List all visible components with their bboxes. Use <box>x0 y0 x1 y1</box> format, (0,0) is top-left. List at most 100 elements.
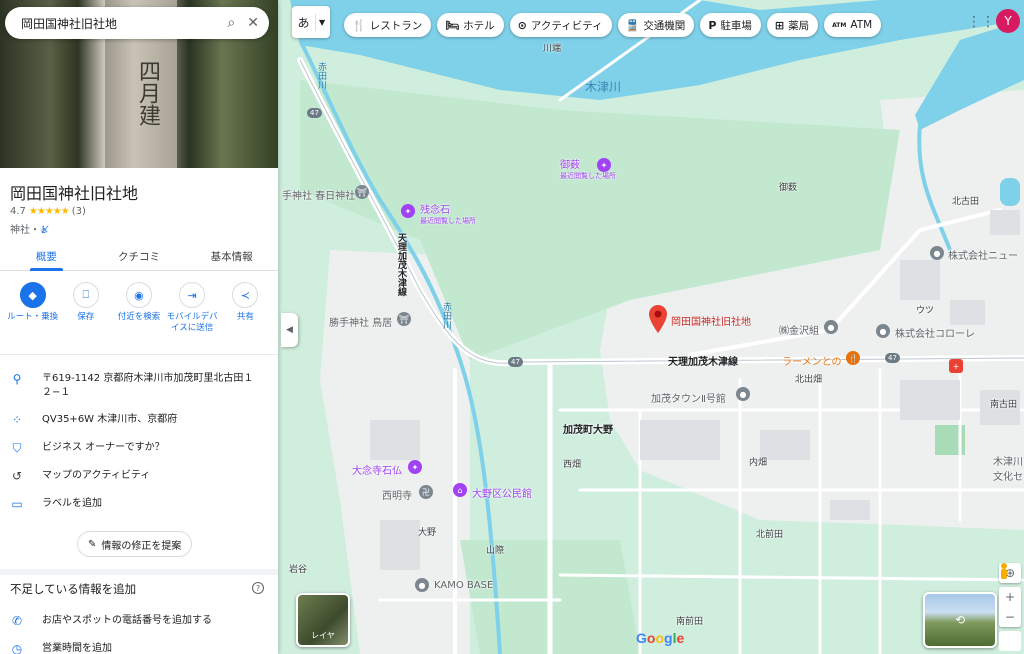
place-title: 岡田国神社旧社地 <box>10 184 139 203</box>
collapse-panel-button[interactable]: ◀ <box>281 313 298 347</box>
temple-icon[interactable]: 卍 <box>419 485 433 499</box>
poi-label-katte-torii[interactable]: 勝手神社 鳥居 <box>329 314 392 329</box>
close-icon[interactable]: ✕ <box>247 15 259 31</box>
chip-label: ホテル <box>463 19 495 32</box>
poi-label-ramen[interactable]: ラーメンとの <box>782 353 842 368</box>
place-tabs: 概要 クチコミ 基本情報 <box>0 240 278 271</box>
business-icon[interactable]: ● <box>876 324 890 338</box>
tab-1[interactable]: クチコミ <box>93 240 186 270</box>
activity-row[interactable]: ↺ マップのアクティビティ <box>10 469 150 483</box>
chip-label: レストラン <box>369 19 423 32</box>
add-phone-row[interactable]: ✆ お店やスポットの電話番号を追加する <box>10 614 212 628</box>
rating-row[interactable]: 4.7 ★★★★★ (3) <box>10 206 86 217</box>
poi-label-kasuga-jinja[interactable]: 手神社 春日神社 <box>282 187 355 202</box>
tab-0[interactable]: 概要 <box>0 240 93 271</box>
landmark-icon[interactable]: ✦ <box>408 460 422 474</box>
search-icon[interactable]: ⌕ <box>227 15 235 31</box>
poi-label-saimyoji[interactable]: 西明寺 <box>382 487 412 502</box>
medical-icon[interactable]: + <box>949 359 963 373</box>
river-label-akatagawa-2: 赤田川 <box>441 302 451 329</box>
landmark-icon[interactable]: ✦ <box>401 204 415 218</box>
tab-2[interactable]: 基本情報 <box>185 240 278 270</box>
action-share-button[interactable]: ≺ 共有 <box>219 282 271 334</box>
poi-label-zannenishi[interactable]: 残念石 最近閲覧した場所 <box>420 201 476 226</box>
chip-parking[interactable]: P 駐車場 <box>700 13 761 37</box>
add-label-row[interactable]: ▭ ラベルを追加 <box>10 497 102 511</box>
chip-pharmacy[interactable]: ⊞ 薬局 <box>766 13 819 37</box>
chip-hotel[interactable]: 🛏 ホテル <box>437 13 504 37</box>
selected-location-pin-icon[interactable] <box>649 305 667 333</box>
search-box[interactable]: 岡田国神社旧社地 ⌕ ✕ <box>5 7 269 39</box>
poi-label-kyoei[interactable]: 株式会社ニュー <box>948 247 1018 262</box>
poi-label-ono-kominkan[interactable]: 大野区公民館 <box>472 485 532 500</box>
area-label-nishihata: 西畑 <box>563 460 582 470</box>
landmark-icon[interactable]: ✦ <box>597 158 611 172</box>
rating-stars: ★★★★★ <box>28 206 70 217</box>
bookmark-icon: ⎕ <box>72 282 99 308</box>
shrine-icon[interactable]: ⛩ <box>355 185 369 199</box>
layers-button[interactable]: レイヤ <box>296 593 350 647</box>
help-icon[interactable]: ? <box>252 582 264 594</box>
action-nearby-button[interactable]: ◉ 付近を検索 <box>113 282 165 334</box>
chip-label: 駐車場 <box>720 19 752 32</box>
address-row[interactable]: ⚲ 〒619-1142 京都府木津川市加茂町里北古田１２−１ <box>10 372 260 400</box>
owner-row[interactable]: ⛉ ビジネス オーナーですか？ <box>10 441 164 455</box>
nearby-icon: ◉ <box>125 282 152 308</box>
review-count[interactable]: (3) <box>72 206 86 217</box>
community-center-icon[interactable]: ⌂ <box>453 483 467 497</box>
pegman-icon[interactable] <box>999 563 1021 651</box>
chip-label: ATM <box>850 19 873 31</box>
zoom-in-button[interactable]: + <box>999 587 1021 607</box>
poi-label-kamobase[interactable]: KAMO BASE <box>434 580 493 591</box>
chip-label: 薬局 <box>788 19 810 32</box>
zoom-out-button[interactable]: − <box>999 607 1021 627</box>
search-input[interactable]: 岡田国神社旧社地 <box>21 15 215 32</box>
selected-place-label[interactable]: 岡田国神社旧社地 <box>671 313 751 328</box>
business-icon[interactable]: ● <box>415 578 429 592</box>
restaurant-icon[interactable]: 🍴 <box>846 351 860 365</box>
route-shield-47-b: 47 <box>508 357 523 367</box>
poi-label-korore[interactable]: 株式会社コローレ <box>895 325 975 340</box>
action-directions-button[interactable]: ◆ ルート・乗換 <box>7 282 59 334</box>
chip-label: 交通機関 <box>643 19 686 32</box>
chip-camera[interactable]: ⊙ アクティビティ <box>509 13 612 37</box>
poi-label-kanezawa[interactable]: ㈱金沢組 <box>779 322 819 337</box>
business-icon[interactable]: ● <box>824 320 838 334</box>
area-label-kitade: 北出畑 <box>795 375 823 385</box>
area-label-kawabata: 川端 <box>543 44 562 54</box>
area-label-uchihata: 内畑 <box>749 458 768 468</box>
caret-down-icon[interactable]: ▼ <box>316 18 325 27</box>
action-bookmark-button[interactable]: ⎕ 保存 <box>60 282 112 334</box>
street-view-thumbnail[interactable]: ⟲ <box>923 592 997 648</box>
river-label-kizugawa: 木津川 <box>585 80 622 94</box>
input-tools-button[interactable]: あ ▼ <box>292 6 330 38</box>
account-avatar[interactable]: Y <box>996 9 1020 33</box>
poi-label-kamo-town[interactable]: 加茂タウンⅡ号館 <box>651 390 726 405</box>
area-label-kitakoda: 北古田 <box>952 197 980 207</box>
poi-label-dainenji[interactable]: 大念寺石仏 <box>352 462 402 477</box>
pencil-icon: ✎ <box>88 538 97 550</box>
phone-icon: ✆ <box>11 614 23 628</box>
place-category: 神社・♿̸ <box>10 225 49 236</box>
wheelchair-off-icon: ♿̸ <box>40 225 49 236</box>
zoom-control: + − <box>999 587 1021 627</box>
route-shield-47-c: 47 <box>885 353 900 363</box>
chip-train[interactable]: 🚆 交通機関 <box>617 13 695 37</box>
action-send-to-phone-button[interactable]: ⇥ モバイルデバイスに送信 <box>166 282 218 334</box>
poi-label-kizugawa-bunka[interactable]: 木津川 文化セ <box>993 453 1023 483</box>
parking-icon: P <box>708 18 717 32</box>
shrine-icon[interactable]: ⛩ <box>397 312 411 326</box>
road-label-tenri-vertical: 天理加茂木津線 <box>396 233 406 296</box>
activity-text: マップのアクティビティ <box>42 470 151 481</box>
suggest-edit-button[interactable]: ✎ 情報の修正を提案 <box>77 531 193 557</box>
pluscode-row[interactable]: ⁘ QV35+6W 木津川市、京都府 <box>10 413 177 427</box>
add-hours-row[interactable]: ◷ 営業時間を追加 <box>10 642 112 654</box>
chip-restaurant[interactable]: 🍴 レストラン <box>344 13 432 37</box>
action-label: 保存 <box>77 312 95 322</box>
business-icon[interactable]: ● <box>736 387 750 401</box>
area-label-minamikoda: 南古田 <box>990 400 1018 410</box>
section-divider <box>0 569 278 575</box>
chip-atm[interactable]: ATM ATM <box>824 13 882 37</box>
business-icon[interactable]: ● <box>930 246 944 260</box>
action-buttons: ◆ ルート・乗換 ⎕ 保存 ◉ 付近を検索 ⇥ モバイルデバイスに送信 ≺ 共有 <box>0 282 278 334</box>
